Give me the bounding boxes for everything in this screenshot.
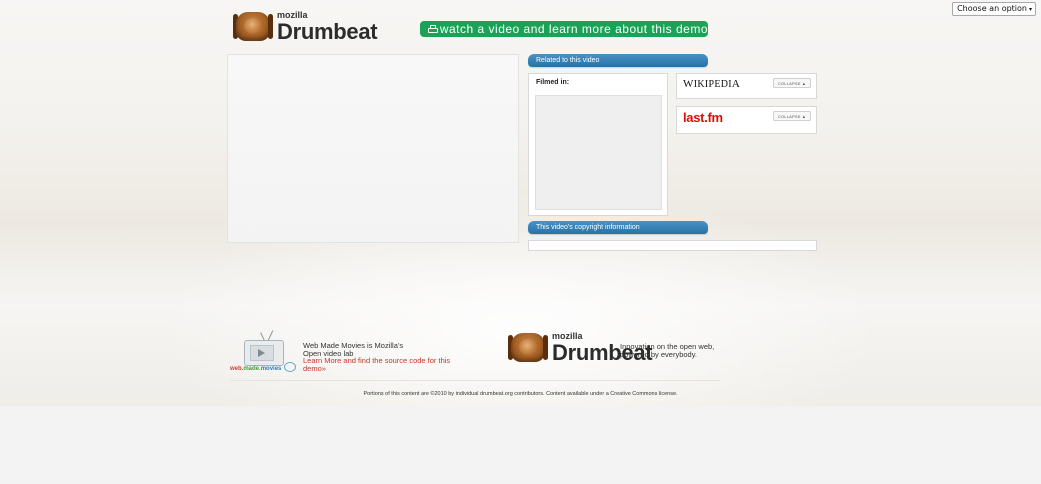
language-select[interactable]: Choose an option ▾ <box>952 2 1036 16</box>
footer-copyright-note: Portions of this content are ©2010 by in… <box>363 391 678 397</box>
logo-drumbeat-text: Drumbeat <box>277 18 378 44</box>
filmed-in-label: Filmed in: <box>536 79 570 86</box>
footer-divider <box>230 380 720 381</box>
language-select-value: Choose an option <box>957 4 1027 13</box>
related-tab: Related to this video <box>528 54 708 67</box>
watch-video-label: watch a video and learn more about this … <box>439 22 708 36</box>
wmm-learn-more-link[interactable]: Learn More and find the source code for … <box>303 357 473 372</box>
drumbeat-logo[interactable]: mozilla Drumbeat <box>233 10 378 44</box>
drumbeat-tagline: Innovation on the open web, powered by e… <box>620 343 730 358</box>
copyright-tab: This video's copyright information <box>528 221 708 234</box>
tagline-line-2: powered by everybody. <box>620 349 697 359</box>
play-icon <box>258 349 265 357</box>
copyright-tab-label: This video's copyright information <box>536 224 640 231</box>
copyright-box <box>528 240 817 251</box>
wmm-wordmark: web.made.movies <box>230 366 282 372</box>
lastfm-box: last.fm COLLAPSE ▲ <box>676 106 817 134</box>
wikipedia-logo: WIKIPEDIA <box>683 78 741 90</box>
wmm-description: Web Made Movies is Mozilla's Open video … <box>303 342 473 372</box>
chevron-down-icon: ▾ <box>1028 6 1032 13</box>
lastfm-logo: last.fm <box>683 110 723 125</box>
page-bottom <box>0 406 1041 484</box>
filmed-in-map[interactable] <box>535 95 662 210</box>
related-tab-label: Related to this video <box>536 57 600 64</box>
drum-icon <box>233 10 273 43</box>
lastfm-collapse-button[interactable]: COLLAPSE ▲ <box>773 111 811 121</box>
wikipedia-collapse-button[interactable]: COLLAPSE ▲ <box>773 78 811 88</box>
wikipedia-box: WIKIPEDIA COLLAPSE ▲ <box>676 73 817 99</box>
filmed-in-panel: Filmed in: <box>528 73 668 216</box>
drum-icon <box>508 331 548 364</box>
web-made-movies-logo[interactable]: web.made.movies <box>230 330 298 376</box>
video-camera-icon <box>428 25 438 33</box>
watch-video-button[interactable]: watch a video and learn more about this … <box>420 21 708 37</box>
video-player[interactable] <box>227 54 519 243</box>
